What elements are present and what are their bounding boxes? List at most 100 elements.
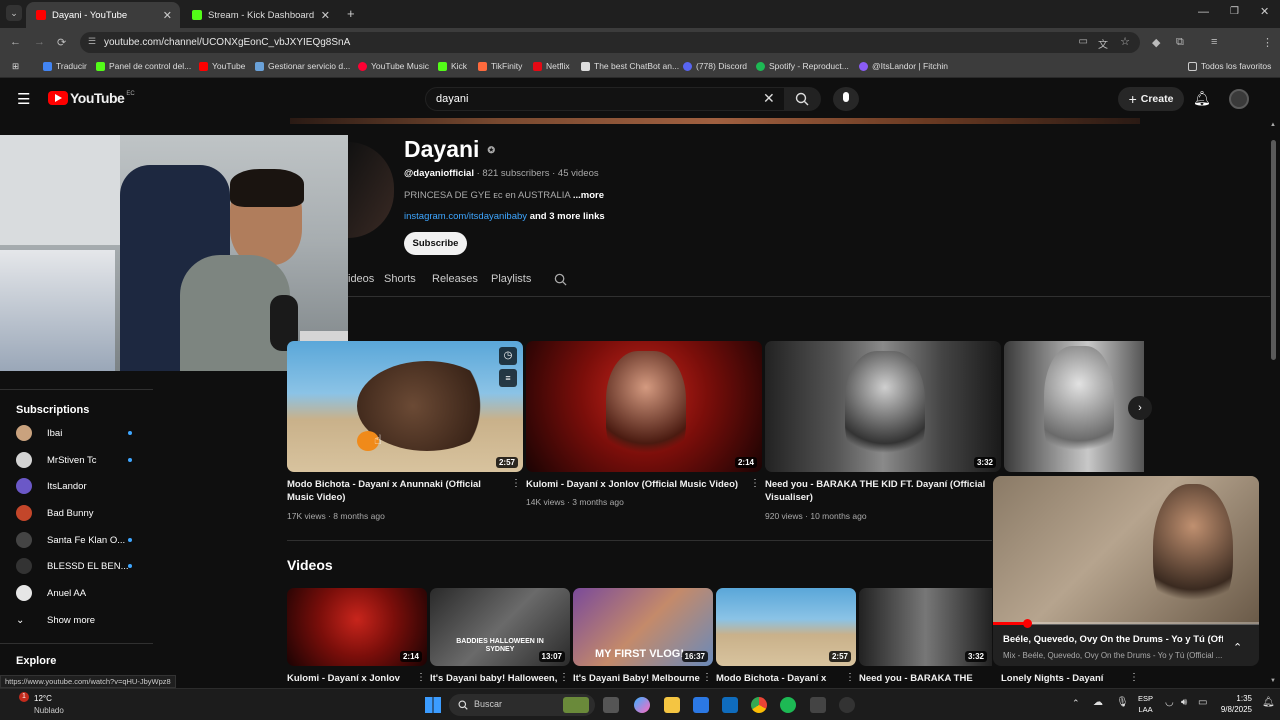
bookmark-item[interactable]: Spotify - Reproduct... — [756, 61, 849, 71]
back-icon[interactable]: ← — [10, 36, 21, 48]
video-title[interactable]: It's Dayani Baby! Melbourne — [573, 672, 701, 685]
clock[interactable]: 1:35 9/8/2025 — [1214, 693, 1252, 715]
bookmark-item[interactable]: The best ChatBot an... — [581, 61, 679, 71]
channel-avatar[interactable] — [348, 142, 394, 238]
bookmark-item[interactable]: (778) Discord — [683, 61, 747, 71]
video-title[interactable]: Modo Bichota - Dayaní x Anunnaki (Offici… — [287, 478, 509, 504]
close-tab-icon[interactable]: ✕ — [321, 9, 330, 22]
address-bar[interactable]: ☰ youtube.com/channel/UCONXgEonC_vbJXYIE… — [80, 32, 1140, 53]
hamburger-menu-icon[interactable]: ☰ — [17, 90, 30, 108]
more-actions-icon[interactable]: ⋮ — [416, 672, 426, 683]
tab-videos[interactable]: ideos — [348, 273, 374, 285]
tray-chevron-up-icon[interactable]: ⌃ — [1072, 698, 1080, 709]
bookmark-item[interactable]: Panel de control del... — [96, 61, 191, 71]
apps-grid-icon[interactable]: ⊞ — [12, 61, 19, 72]
voice-search-button[interactable] — [833, 87, 859, 111]
copilot-icon[interactable] — [634, 697, 650, 713]
forward-icon[interactable]: → — [34, 36, 45, 48]
sidebar-item-blessd[interactable]: BLESSD EL BEN... — [16, 555, 146, 577]
video-title[interactable]: Lonely Nights - Dayaní — [1001, 672, 1126, 685]
bookmark-item[interactable]: TikFinity — [478, 61, 522, 71]
video-thumbnail[interactable]: 3:32 — [765, 341, 1001, 472]
tab-releases[interactable]: Releases — [432, 273, 478, 285]
new-tab-icon[interactable]: + — [347, 6, 355, 21]
file-explorer-icon[interactable] — [664, 697, 680, 713]
more-actions-icon[interactable]: ⋮ — [1129, 672, 1139, 683]
bookmark-item[interactable]: Gestionar servicio d... — [255, 61, 350, 71]
video-thumbnail[interactable]: 3:32 — [859, 588, 992, 666]
subscribe-button[interactable]: Subscribe — [404, 232, 467, 255]
video-title[interactable]: Need you - BARAKA THE KID — [859, 672, 987, 685]
channel-description[interactable]: PRINCESA DE GYE ᴇᴄ en AUSTRALIA ...more — [404, 190, 604, 201]
extension-diamond-icon[interactable]: ◆ — [1152, 36, 1160, 49]
video-thumbnail[interactable]: BADDIES HALLOWEEN IN SYDNEY 13:07 — [430, 588, 570, 666]
all-bookmarks[interactable]: Todos los favoritos — [1188, 61, 1271, 71]
video-title[interactable]: Modo Bichota - Dayaní x — [716, 672, 844, 685]
windows-start-icon[interactable] — [425, 697, 441, 713]
show-more-button[interactable]: ⌄ Show more — [16, 609, 146, 631]
bookmark-star-icon[interactable]: ☆ — [1120, 35, 1130, 48]
bookmark-item[interactable]: YouTube Music — [358, 61, 429, 71]
volume-icon[interactable]: 🔊︎ — [1181, 697, 1187, 708]
more-actions-icon[interactable]: ⋮ — [702, 672, 712, 683]
tab-kick[interactable]: Stream - Kick Dashboard ✕ — [182, 2, 338, 28]
spotify-icon[interactable] — [780, 697, 796, 713]
videos-section-title[interactable]: Videos — [287, 557, 333, 573]
create-button[interactable]: + Create — [1118, 87, 1184, 111]
youtube-logo[interactable]: YouTube EC — [48, 90, 135, 106]
more-actions-icon[interactable]: ⋮ — [750, 478, 760, 489]
battery-icon[interactable]: ▭ — [1198, 697, 1207, 708]
scroll-down-icon[interactable]: ▼ — [1270, 678, 1276, 684]
search-input[interactable]: dayani — [425, 87, 785, 111]
microphone-tray-icon[interactable]: 🎙︎ — [1116, 697, 1129, 708]
expand-chevron-up-icon[interactable]: ⌃ — [1233, 641, 1242, 654]
video-thumbnail[interactable]: 2:14 — [526, 341, 762, 472]
translate-icon[interactable]: 文 — [1098, 36, 1108, 51]
watch-later-icon[interactable]: ◷ — [499, 347, 517, 365]
account-avatar[interactable] — [1229, 89, 1249, 109]
video-title[interactable]: Kulomi - Dayaní x Jonlov — [287, 672, 415, 685]
obs-icon[interactable] — [810, 697, 826, 713]
wifi-icon[interactable]: ◡ — [1165, 697, 1174, 708]
tab-playlists[interactable]: Playlists — [491, 273, 531, 285]
carousel-next-button[interactable]: › — [1128, 396, 1152, 420]
more-actions-icon[interactable]: ⋮ — [845, 672, 855, 683]
video-title[interactable]: Kulomi - Dayaní x Jonlov (Official Music… — [526, 478, 748, 491]
reload-icon[interactable]: ⟳ — [57, 36, 66, 49]
sidebar-item-santa-fe-klan[interactable]: Santa Fe Klan O... — [16, 529, 146, 551]
video-thumbnail[interactable] — [1004, 341, 1144, 472]
video-title[interactable]: It's Dayani baby! Halloween, — [430, 672, 558, 685]
progress-track[interactable] — [993, 622, 1259, 625]
install-icon[interactable]: ▭ — [1079, 36, 1088, 47]
scrollbar[interactable] — [1271, 140, 1276, 360]
minimize-icon[interactable]: — — [1198, 6, 1209, 18]
instagram-link[interactable]: instagram.com/itsdayanibaby — [404, 211, 527, 222]
taskbar-search[interactable]: Buscar — [449, 694, 595, 716]
bookmark-item[interactable]: @ItsLandor | Fitchin — [859, 61, 948, 71]
bookmark-item[interactable]: Netflix — [533, 61, 570, 71]
streaming-app-icon[interactable] — [839, 697, 855, 713]
microsoft-store-icon[interactable] — [693, 697, 709, 713]
channel-search-icon[interactable] — [554, 273, 567, 286]
chrome-icon[interactable] — [751, 697, 767, 713]
outlook-icon[interactable] — [722, 697, 738, 713]
site-info-icon[interactable]: ☰ — [88, 36, 96, 47]
extensions-puzzle-icon[interactable]: ⧉ — [1176, 36, 1184, 49]
notifications-bell-icon[interactable]: 🔔︎ — [1193, 90, 1211, 107]
mini-player-video[interactable] — [993, 476, 1259, 628]
notification-bell-icon[interactable]: 🔔︎ — [1262, 697, 1275, 708]
more-actions-icon[interactable]: ⋮ — [559, 672, 569, 683]
video-thumbnail[interactable]: ◷ ≡ 2:57 — [287, 341, 523, 472]
onedrive-icon[interactable]: ☁ — [1093, 697, 1103, 708]
sidebar-item-ibai[interactable]: Ibai — [16, 422, 146, 444]
tab-youtube[interactable]: Dayani - YouTube ✕ — [26, 2, 180, 28]
sidebar-item-anuel[interactable]: Anuel AA — [16, 582, 146, 604]
sidebar-item-itslandor[interactable]: ItsLandor — [16, 475, 146, 497]
add-to-queue-icon[interactable]: ≡ — [499, 369, 517, 387]
more-actions-icon[interactable]: ⋮ — [511, 478, 521, 489]
close-window-icon[interactable]: ✕ — [1260, 5, 1269, 18]
more-link[interactable]: ...more — [573, 190, 604, 201]
scroll-up-icon[interactable]: ▲ — [1270, 122, 1276, 128]
task-view-icon[interactable] — [603, 697, 619, 713]
reading-list-icon[interactable]: ≡ — [1211, 36, 1217, 48]
